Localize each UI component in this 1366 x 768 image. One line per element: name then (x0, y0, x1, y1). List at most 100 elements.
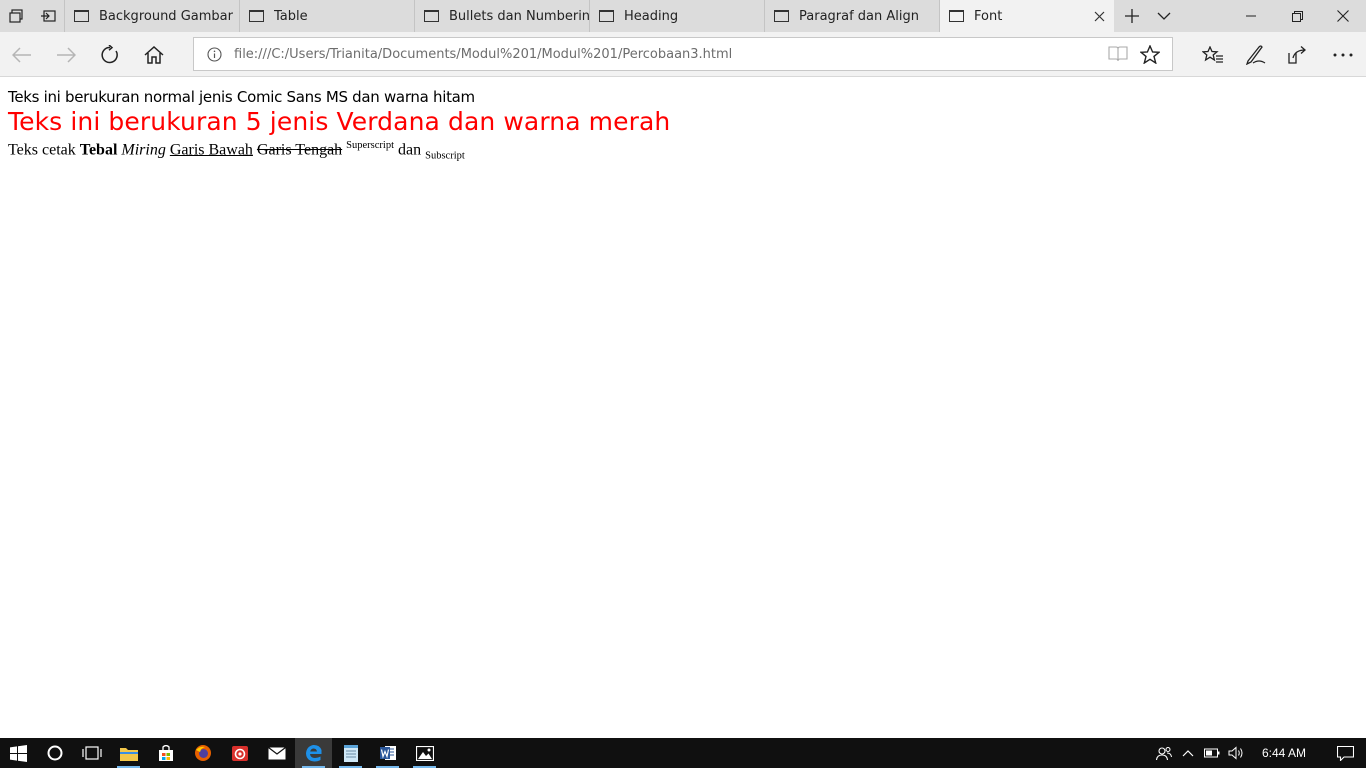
tab-label: Background Gambar (99, 8, 233, 24)
system-tray: 6:44 AM (1152, 738, 1366, 768)
app-red-icon (231, 746, 248, 761)
tab-preview-icon (9, 9, 23, 23)
minimize-icon (1246, 15, 1256, 17)
photos-icon (415, 745, 434, 761)
ellipsis-icon (1333, 53, 1353, 56)
page-icon (774, 10, 789, 22)
arrow-right-icon (57, 46, 76, 63)
tab-label: Table (274, 8, 308, 24)
tab-paragraf-dan-align[interactable]: Paragraf dan Align (764, 0, 939, 32)
minimize-button[interactable] (1228, 0, 1274, 32)
home-icon (144, 45, 164, 64)
subscript-text: Subscript (425, 150, 465, 162)
cortana-button[interactable] (36, 738, 73, 768)
set-aside-icon (41, 10, 56, 22)
tab-preview-button[interactable] (0, 0, 32, 32)
file-explorer-button[interactable] (110, 738, 147, 768)
web-page-content: Teks ini berukuran normal jenis Comic Sa… (0, 78, 1366, 738)
forward-button[interactable] (44, 32, 88, 77)
edge-button[interactable] (295, 738, 332, 768)
comic-sans-text: Teks ini berukuran normal jenis Comic Sa… (8, 88, 475, 106)
firefox-icon (194, 745, 211, 761)
star-icon (1140, 44, 1160, 64)
close-icon (1094, 11, 1104, 21)
firefox-button[interactable] (184, 738, 221, 768)
add-to-favorites-button[interactable] (1134, 38, 1166, 70)
back-button[interactable] (0, 32, 44, 77)
notepad-button[interactable] (332, 738, 369, 768)
battery-button[interactable] (1200, 738, 1224, 768)
info-icon (206, 46, 222, 62)
chevron-down-icon (1157, 12, 1171, 20)
action-center-button[interactable] (1324, 738, 1366, 768)
favorites-hub-button[interactable] (1191, 32, 1235, 77)
address-bar[interactable]: file:///C:/Users/Trianita/Documents/Modu… (193, 37, 1173, 71)
tab-background-gambar[interactable]: Background Gambar (64, 0, 239, 32)
underline-text: Garis Bawah (169, 141, 253, 159)
tab-bullets-dan-numbering[interactable]: Bullets dan Numbering (414, 0, 589, 32)
mail-icon (267, 746, 286, 759)
close-icon (1337, 10, 1349, 22)
more-options-button[interactable] (1321, 32, 1365, 77)
people-icon (1155, 746, 1172, 760)
formatted-text-line: Teks cetak Tebal Miring Garis Bawah Gari… (8, 140, 465, 162)
close-window-button[interactable] (1320, 0, 1366, 32)
joiner-text: dan (398, 141, 422, 159)
page-icon (949, 10, 964, 22)
task-view-button[interactable] (73, 738, 110, 768)
store-icon (158, 745, 173, 761)
verdana-red-text: Teks ini berukuran 5 jenis Verdana dan w… (8, 107, 671, 136)
refresh-icon (101, 44, 118, 63)
url-text[interactable]: file:///C:/Users/Trianita/Documents/Modu… (234, 47, 1102, 62)
page-icon (599, 10, 614, 22)
windows-logo-icon (9, 744, 27, 762)
share-icon (1288, 45, 1306, 64)
tab-font[interactable]: Font (939, 0, 1114, 32)
volume-button[interactable] (1224, 738, 1248, 768)
mail-button[interactable] (258, 738, 295, 768)
tab-bar: Background Gambar Table Bullets dan Numb… (0, 0, 1366, 32)
page-icon (249, 10, 264, 22)
tab-label: Bullets dan Numbering (449, 8, 589, 24)
tab-label: Heading (624, 8, 679, 24)
word-button[interactable] (369, 738, 406, 768)
navigation-bar: file:///C:/Users/Trianita/Documents/Modu… (0, 32, 1366, 77)
clock[interactable]: 6:44 AM (1248, 746, 1324, 760)
tab-table[interactable]: Table (239, 0, 414, 32)
plus-icon (1125, 9, 1139, 23)
new-tab-button[interactable] (1116, 0, 1148, 32)
bold-text: Tebal (79, 141, 118, 159)
add-notes-button[interactable] (1234, 32, 1278, 77)
restore-button[interactable] (1274, 0, 1320, 32)
notification-icon (1336, 745, 1354, 761)
reading-view-button[interactable] (1102, 38, 1134, 70)
home-button[interactable] (132, 32, 176, 77)
cortana-icon (47, 745, 62, 761)
tab-heading[interactable]: Heading (589, 0, 764, 32)
reading-view-icon (1108, 46, 1128, 62)
close-tab-button[interactable] (1084, 11, 1114, 22)
show-hidden-icons-button[interactable] (1176, 738, 1200, 768)
plain-text: Teks cetak (8, 141, 76, 159)
task-view-icon (81, 746, 102, 760)
strikethrough-text: Garis Tengah (256, 141, 343, 159)
photos-button[interactable] (406, 738, 443, 768)
store-button[interactable] (147, 738, 184, 768)
share-button[interactable] (1277, 32, 1321, 77)
site-info-button[interactable] (194, 46, 234, 62)
arrow-left-icon (12, 46, 31, 63)
tab-label: Font (974, 8, 1003, 24)
pen-icon (1245, 44, 1266, 65)
tab-list-button[interactable] (1148, 0, 1180, 32)
page-icon (424, 10, 439, 22)
refresh-button[interactable] (88, 32, 132, 77)
italic-text: Miring (121, 141, 166, 159)
chevron-up-icon (1182, 749, 1194, 756)
set-tabs-aside-button[interactable] (32, 0, 64, 32)
notepad-icon (343, 745, 358, 762)
edge-icon (305, 744, 321, 762)
word-icon (379, 746, 396, 760)
red-app-button[interactable] (221, 738, 258, 768)
people-button[interactable] (1152, 738, 1176, 768)
start-button[interactable] (0, 738, 36, 768)
